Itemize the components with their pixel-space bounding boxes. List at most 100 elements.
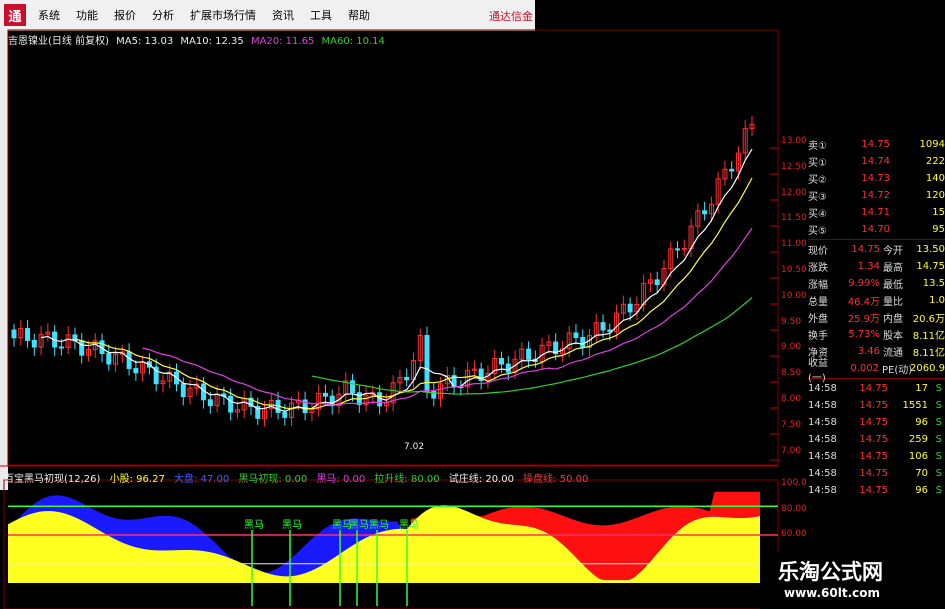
- order-row: 买② 14.73 140: [808, 170, 945, 187]
- tick-row: 14:58 14.75 106 S: [808, 448, 945, 465]
- tick-row: 14:58 14.75 96 S: [808, 482, 945, 499]
- indicator-tick: 60.00: [781, 529, 807, 539]
- signal-label: 黑马: [399, 519, 419, 531]
- ma60-line: [311, 297, 753, 395]
- order-label: 买④: [808, 209, 827, 220]
- stat-label: 涨幅: [808, 280, 828, 291]
- tick-price: 14.75: [859, 400, 888, 411]
- candle-body: [25, 328, 31, 341]
- tick-volume: 70: [915, 468, 928, 479]
- order-label: 卖①: [808, 141, 827, 152]
- price-tick: 11.50: [781, 213, 807, 224]
- order-volume: 120: [925, 190, 945, 201]
- stat-value: 1.34: [857, 261, 880, 272]
- small-label: 小股: 96.27: [109, 474, 165, 485]
- tick-side: S: [935, 417, 942, 428]
- order-volume: 1094: [919, 139, 945, 150]
- stat-label: 量比: [883, 297, 903, 308]
- tick-volume: 17: [915, 383, 928, 394]
- tick-price: 14.75: [859, 451, 888, 462]
- tick-time: 14:58: [808, 485, 837, 496]
- tick-time: 14:58: [808, 468, 837, 479]
- tick-side: S: [935, 451, 942, 462]
- stat-row: 总量 46.4万 量比 1.0: [808, 292, 945, 309]
- stat-value: 5.73%: [848, 329, 880, 340]
- hm-label: 黑马: 0.00: [316, 474, 366, 485]
- stat-row: 外盘 25.9万 内盘 20.6万: [808, 309, 945, 326]
- tick-volume: 259: [908, 434, 928, 445]
- tick-price: 14.75: [859, 383, 888, 394]
- stat-label: 最低: [883, 280, 903, 291]
- low-price-label: 7.02: [404, 442, 425, 452]
- stat-value: 14.75: [851, 244, 880, 255]
- tick-side: S: [935, 400, 942, 411]
- kline-chart[interactable]: 黑马 黑马 黑马黑马 黑马 黑马: [0, 0, 945, 609]
- candle-body: [600, 322, 606, 331]
- stat-value: 9.99%: [848, 278, 880, 289]
- tick-side: S: [935, 383, 942, 394]
- price-tick: 7.00: [781, 445, 802, 456]
- order-label: 买①: [808, 158, 827, 169]
- order-volume: 222: [925, 156, 945, 167]
- indicator-tick: 100.0: [781, 478, 807, 488]
- price-tick: 10.00: [781, 290, 807, 301]
- candle-body: [282, 411, 288, 418]
- price-tick: 11.00: [781, 239, 807, 250]
- signal-label: 黑马: [282, 519, 302, 531]
- stat-row: 现价 14.75 今开 13.50: [808, 241, 945, 258]
- order-book: 卖① 14.75 1094 买① 14.74 222 买② 14.73 140 买③ 14.72 12…: [808, 136, 945, 238]
- tick-row: 14:58 14.75 70 S: [808, 465, 945, 482]
- price-tick: 8.50: [781, 368, 802, 379]
- test-label: 试庄线: 20.00: [448, 474, 514, 485]
- order-price: 14.74: [861, 156, 890, 167]
- tick-price: 14.75: [859, 468, 888, 479]
- order-volume: 15: [932, 207, 945, 218]
- stat-label: 最高: [883, 263, 903, 274]
- price-tick: 9.50: [781, 316, 802, 327]
- stat-label: 现价: [808, 246, 828, 257]
- tick-side: S: [935, 434, 942, 445]
- candle-body: [377, 392, 383, 407]
- order-price: 14.72: [861, 190, 890, 201]
- candle-body: [627, 303, 633, 313]
- big-label: 大盘: 47.00: [174, 474, 230, 485]
- stat-value: 14.75: [916, 261, 945, 272]
- signal-label: 黑马: [244, 519, 264, 531]
- stat-value: 0.002: [850, 363, 879, 374]
- tick-row: 14:58 14.75 96 S: [808, 414, 945, 431]
- stat-label: 换手: [808, 331, 828, 342]
- candle-body: [207, 399, 213, 407]
- price-tick: 7.50: [781, 419, 802, 430]
- candle-body: [11, 329, 17, 339]
- candle-body: [580, 337, 586, 348]
- tick-volume: 96: [915, 417, 928, 428]
- stats-table: 现价 14.75 今开 13.50 涨跌 1.34 最高 14.75 涨幅 9.99% 最低 13.5…: [808, 241, 945, 384]
- stat-value: 25.9万: [847, 314, 880, 325]
- tick-time: 14:58: [808, 434, 837, 445]
- stat-row: 换手 5.73% 股本 8.11亿: [808, 326, 945, 343]
- stat-label: 收益(一): [808, 357, 828, 384]
- order-price: 14.71: [861, 207, 890, 218]
- order-row: 买④ 14.71 15: [808, 204, 945, 221]
- tick-price: 14.75: [859, 485, 888, 496]
- tick-price: 14.75: [859, 417, 888, 428]
- candle-body: [106, 352, 112, 365]
- candle-body: [404, 376, 410, 381]
- price-tick: 13.00: [781, 136, 807, 146]
- stat-label: 总量: [808, 297, 828, 308]
- candle-body: [31, 339, 37, 348]
- stat-label: 外盘: [808, 314, 828, 325]
- operate-label: 操盘线: 50.00: [523, 474, 589, 485]
- stat-value: 8.11亿: [912, 348, 945, 359]
- candle-body: [505, 363, 511, 373]
- price-tick: 10.50: [781, 265, 807, 275]
- order-label: 买③: [808, 192, 827, 203]
- tick-price: 14.75: [859, 434, 888, 445]
- tick-row: 14:58 14.75 259 S: [808, 431, 945, 448]
- tick-list: 14:58 14.75 17 S 14:58 14.75 1551 S 14:58 14.75 96…: [808, 380, 945, 499]
- tick-time: 14:58: [808, 417, 837, 428]
- candle-body: [126, 351, 132, 370]
- lift-label: 拉升线: 80.00: [374, 474, 440, 485]
- candle-body: [322, 392, 328, 397]
- tick-row: 14:58 14.75 17 S: [808, 380, 945, 397]
